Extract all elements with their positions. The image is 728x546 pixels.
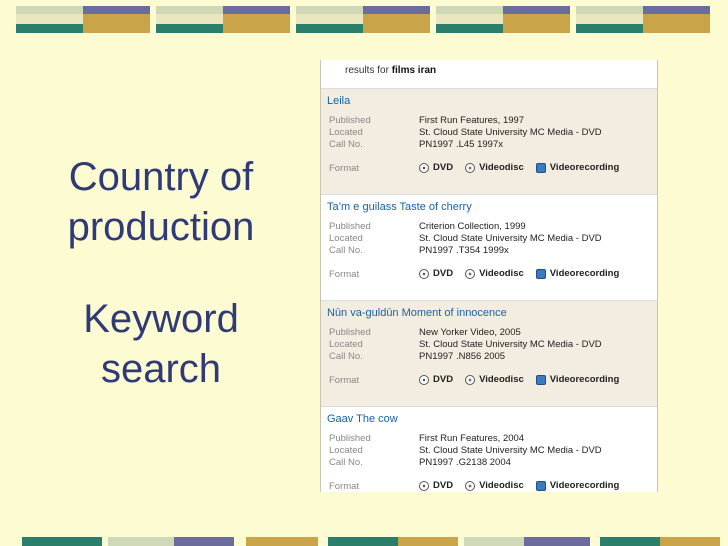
band-tile <box>174 537 234 546</box>
located-value: St. Cloud State University MC Media - DV… <box>419 233 602 244</box>
search-results-panel: results for films iran Leila Published F… <box>320 60 658 492</box>
format-videodisc: Videodisc <box>465 268 524 279</box>
bottom-decorative-band <box>0 537 728 546</box>
published-value: New Yorker Video, 2005 <box>419 327 521 338</box>
located-label: Located <box>329 233 363 244</box>
format-dvd: DVD <box>419 480 453 491</box>
band-tile <box>156 6 290 34</box>
call-no-value: PN1997 .G2138 2004 <box>419 457 511 468</box>
videodisc-icon <box>465 268 476 279</box>
subheading-line: search <box>100 347 222 391</box>
call-no-value: PN1997 .T354 1999x <box>419 245 509 256</box>
located-label: Located <box>329 339 363 350</box>
located-label: Located <box>329 127 363 138</box>
record-title-link[interactable]: Nūn va-guldūn Moment of innocence <box>327 307 507 319</box>
record-title-link[interactable]: Gaav The cow <box>327 413 398 425</box>
format-list: DVD Videodisc Videorecording <box>419 268 631 279</box>
format-list: DVD Videodisc Videorecording <box>419 162 631 173</box>
format-list: DVD Videodisc Videorecording <box>419 374 631 385</box>
record-title-link[interactable]: Ta’m e guilass Taste of cherry <box>327 201 472 213</box>
tv-icon <box>535 268 546 279</box>
format-dvd: DVD <box>419 374 453 385</box>
subheading-line: Keyword <box>83 297 239 341</box>
format-videodisc: Videodisc <box>465 162 524 173</box>
results-prefix: results for <box>345 65 389 76</box>
located-label: Located <box>329 445 363 456</box>
published-value: First Run Features, 2004 <box>419 433 525 444</box>
tv-icon <box>535 374 546 385</box>
located-value: St. Cloud State University MC Media - DV… <box>419 127 602 138</box>
call-no-label: Call No. <box>329 457 363 468</box>
heading-line: Country of <box>68 155 254 199</box>
located-value: St. Cloud State University MC Media - DV… <box>419 339 602 350</box>
call-no-label: Call No. <box>329 139 363 150</box>
results-header: results for films iran <box>321 60 657 89</box>
band-tile <box>328 537 398 546</box>
published-label: Published <box>329 221 371 232</box>
format-label: Format <box>329 163 360 174</box>
band-tile <box>296 6 430 34</box>
band-tile <box>576 6 710 34</box>
format-label: Format <box>329 481 360 492</box>
band-tile <box>398 537 458 546</box>
published-value: Criterion Collection, 1999 <box>419 221 526 232</box>
located-value: St. Cloud State University MC Media - DV… <box>419 445 602 456</box>
record-title-link[interactable]: Leila <box>327 95 350 107</box>
format-label: Format <box>329 269 360 280</box>
heading-line: production <box>67 205 255 249</box>
top-decorative-band <box>0 6 728 34</box>
call-no-label: Call No. <box>329 245 363 256</box>
format-videodisc: Videodisc <box>465 374 524 385</box>
call-no-value: PN1997 .N856 2005 <box>419 351 506 362</box>
call-no-value: PN1997 .L45 1997x <box>419 139 503 150</box>
published-value: First Run Features, 1997 <box>419 115 525 126</box>
results-query: films iran <box>391 65 437 76</box>
result-record: Gaav The cow Published First Run Feature… <box>321 407 657 492</box>
tv-icon <box>535 480 546 491</box>
call-no-label: Call No. <box>329 351 363 362</box>
band-tile <box>524 537 590 546</box>
format-videorecording: Videorecording <box>535 374 619 385</box>
dvd-icon <box>419 268 429 279</box>
dvd-icon <box>419 374 429 385</box>
band-tile <box>22 537 102 546</box>
published-label: Published <box>329 433 371 444</box>
format-videorecording: Videorecording <box>535 480 619 491</box>
band-tile <box>108 537 174 546</box>
result-record: Ta’m e guilass Taste of cherry Published… <box>321 195 657 301</box>
published-label: Published <box>329 327 371 338</box>
band-tile <box>436 6 570 34</box>
band-tile <box>660 537 720 546</box>
format-videorecording: Videorecording <box>535 162 619 173</box>
band-tile <box>464 537 524 546</box>
tv-icon <box>535 162 546 173</box>
slide-title-block: Country of production Keyword search <box>50 152 272 394</box>
format-list: DVD Videodisc Videorecording <box>419 480 631 491</box>
format-dvd: DVD <box>419 162 453 173</box>
band-tile <box>16 6 150 34</box>
format-videodisc: Videodisc <box>465 480 524 491</box>
videodisc-icon <box>465 480 476 491</box>
format-videorecording: Videorecording <box>535 268 619 279</box>
dvd-icon <box>419 480 429 491</box>
dvd-icon <box>419 162 429 173</box>
band-tile <box>600 537 660 546</box>
format-label: Format <box>329 375 360 386</box>
result-record: Nūn va-guldūn Moment of innocence Publis… <box>321 301 657 407</box>
format-dvd: DVD <box>419 268 453 279</box>
result-record: Leila Published First Run Features, 1997… <box>321 89 657 195</box>
band-tile <box>246 537 318 546</box>
videodisc-icon <box>465 162 476 173</box>
videodisc-icon <box>465 374 476 385</box>
published-label: Published <box>329 115 371 126</box>
